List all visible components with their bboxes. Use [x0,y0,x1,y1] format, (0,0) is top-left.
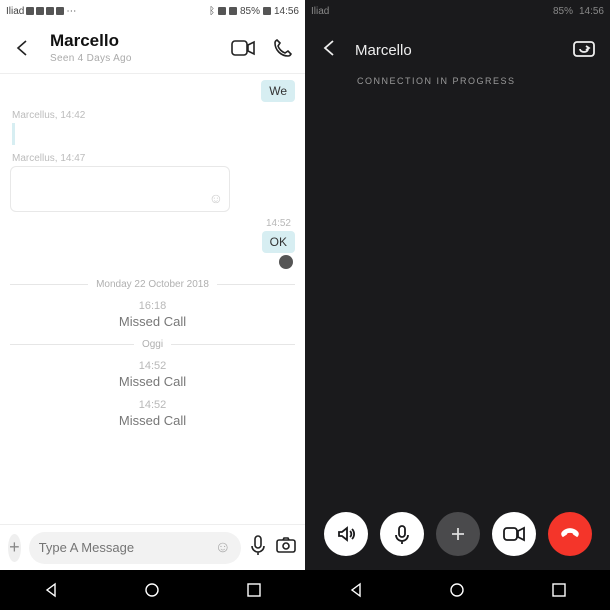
smile-icon: ☺ [209,190,223,206]
message-in[interactable]: ☺ [10,166,230,212]
status-indicator-icon [46,7,54,15]
mute-button[interactable] [380,512,424,556]
status-indicator-icon [56,7,64,15]
last-seen: Seen 4 Days Ago [50,53,231,64]
back-button[interactable] [12,37,34,59]
missed-call-entry[interactable]: 14:52 Missed Call [10,360,295,389]
nav-back-icon[interactable] [42,581,60,599]
camera-flip-button[interactable] [572,38,596,63]
call-status: CONNECTION IN PROGRESS [305,76,610,86]
signal-icon [229,7,237,15]
missed-call-entry[interactable]: 14:52 Missed Call [10,399,295,428]
bluetooth-icon: ᛒ [209,6,215,17]
nav-back-icon[interactable] [347,581,365,599]
battery-icon [263,7,271,15]
status-indicator-icon [26,7,34,15]
chat-screen: Iliad ⋯ ᛒ 85% 14:56 Marcello Seen 4 Days… [0,0,305,610]
call-body [305,86,610,498]
chat-title-block[interactable]: Marcello Seen 4 Days Ago [34,31,231,64]
nfc-icon [218,7,226,15]
clock-label: 14:56 [274,6,299,17]
android-navbar [0,570,305,610]
emoji-button[interactable]: ☺ [215,539,231,557]
call-header: Marcello [305,24,610,76]
nav-home-icon[interactable] [448,581,466,599]
nav-recent-icon[interactable] [245,581,263,599]
voice-message-button[interactable] [249,534,267,561]
carrier-label: Iliad [6,6,24,17]
today-divider: Oggi [10,339,295,350]
battery-label: 85% [240,6,260,17]
battery-label: 85% [553,6,573,17]
status-bar: Iliad 85% 14:56 [305,0,610,22]
back-button[interactable] [319,37,341,64]
speaker-button[interactable] [324,512,368,556]
missed-call-entry[interactable]: 16:18 Missed Call [10,300,295,329]
chat-header: Marcello Seen 4 Days Ago [0,22,305,74]
android-navbar [305,570,610,610]
hangup-button[interactable] [548,512,592,556]
video-call-button[interactable] [231,39,255,57]
message-meta: Marcellus, 14:47 [12,153,295,164]
clock-label: 14:56 [579,6,604,17]
voice-call-button[interactable] [273,38,293,58]
compose-bar: + ☺ [0,524,305,570]
message-meta: Marcellus, 14:42 [12,110,295,121]
message-input-wrap[interactable]: ☺ [29,532,241,564]
call-screen: Iliad 85% 14:56 Marcello CONNECTION IN P… [305,0,610,610]
call-contact-name: Marcello [355,42,412,59]
add-button[interactable] [436,512,480,556]
attach-button[interactable]: + [8,534,21,562]
video-toggle-button[interactable] [492,512,536,556]
status-more: ⋯ [66,6,76,17]
message-time: 14:52 [10,218,291,229]
message-out[interactable]: We [261,80,295,102]
message-input[interactable] [39,540,215,555]
message-out[interactable]: OK [262,231,295,253]
carrier-label: Iliad [311,6,329,17]
status-bar: Iliad ⋯ ᛒ 85% 14:56 [0,0,305,22]
contact-name: Marcello [50,31,231,51]
read-avatar [279,255,293,269]
nav-recent-icon[interactable] [550,581,568,599]
date-divider: Monday 22 October 2018 [10,279,295,290]
status-indicator-icon [36,7,44,15]
chat-body[interactable]: We Marcellus, 14:42 Marcellus, 14:47 ☺ 1… [0,74,305,524]
nav-home-icon[interactable] [143,581,161,599]
call-controls [305,498,610,570]
camera-button[interactable] [275,536,297,559]
message-in[interactable] [12,123,20,145]
